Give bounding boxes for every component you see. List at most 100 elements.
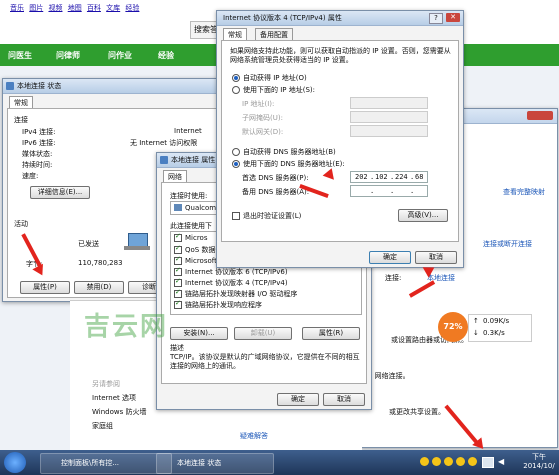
nav-link-jingyan[interactable]: 经验	[125, 3, 139, 13]
gateway-label: 默认网关(D):	[242, 128, 284, 136]
tab-ask-lawyer[interactable]: 问律师	[56, 50, 80, 61]
manual-ip-radio[interactable]: 使用下面的 IP 地址(S):	[232, 85, 315, 95]
auto-dns-radio[interactable]: 自动获得 DNS 服务器地址(B)	[232, 147, 336, 157]
upload-arrow-icon: ↑	[473, 317, 479, 325]
tab-experience[interactable]: 经验	[158, 50, 174, 61]
clock-time: 下午	[532, 453, 546, 461]
tab-ask-homework[interactable]: 问作业	[108, 50, 132, 61]
ipv4-label: IPv4 连接:	[22, 128, 56, 136]
taskbar: 控制面板\所有控... 本地连接 状态 ◀ 下午 2014/10/	[0, 450, 559, 475]
nav-link-baike[interactable]: 百科	[87, 3, 101, 13]
alternate-dns-label: 备用 DNS 服务器(A):	[242, 188, 310, 196]
subnet-mask-field[interactable]	[350, 111, 428, 123]
bytes-label: 字节:	[26, 260, 43, 268]
ip-address-field[interactable]	[350, 97, 428, 109]
tray-icon[interactable]	[456, 457, 465, 466]
details-button[interactable]: 详细信息(E)...	[30, 186, 90, 199]
view-full-map-link[interactable]: 查看完整映射	[503, 187, 545, 197]
volume-icon[interactable]: ◀	[498, 457, 507, 466]
speed-label: 速度:	[22, 172, 39, 180]
computer-icon	[124, 233, 150, 251]
connect-using-label: 连接时使用:	[170, 192, 208, 200]
advanced-button[interactable]: 高级(V)...	[398, 209, 448, 222]
tray-icon[interactable]	[420, 457, 429, 466]
description-text: TCP/IP。该协议是默认的广域网络协议，它提供在不同的相互连接的网络上的通讯。	[170, 353, 360, 370]
nav-link-video[interactable]: 视频	[48, 3, 62, 13]
homegroup-link[interactable]: 家庭组	[92, 421, 113, 431]
manual-dns-radio[interactable]: 使用下面的 DNS 服务器地址(E):	[232, 159, 345, 169]
nav-link-music[interactable]: 音乐	[10, 3, 24, 13]
items-label: 此连接使用下	[170, 222, 212, 230]
speed-readout: ↑ 0.09K/s ↓ 0.3K/s	[468, 314, 532, 342]
troubleshoot-link[interactable]: 疑难解答	[240, 431, 268, 441]
connection-label: 连接:	[385, 274, 402, 282]
description-title: 描述	[170, 344, 184, 352]
bytes-sent-value: 110,780,283	[78, 259, 123, 267]
network-icon	[6, 82, 14, 90]
list-item[interactable]: 链路层拓扑发现映射器 I/O 驱动程序	[174, 288, 297, 299]
start-button[interactable]	[4, 452, 26, 473]
gateway-field[interactable]	[350, 125, 428, 137]
item-properties-button[interactable]: 属性(R)	[302, 327, 360, 340]
duration-label: 持续时间:	[22, 161, 53, 169]
ipv6-value: 无 Internet 访问权限	[130, 139, 198, 147]
watermark: 吉云网	[84, 312, 169, 342]
ip-address-label: IP 地址(I):	[242, 100, 275, 108]
close-icon[interactable]: ✕	[446, 13, 460, 22]
uninstall-button[interactable]: 卸载(U)	[234, 327, 292, 340]
network-icon	[160, 156, 168, 164]
nav-link-map[interactable]: 地图	[68, 3, 82, 13]
nav-link-wenku[interactable]: 文库	[106, 3, 120, 13]
properties-button[interactable]: 属性(P)	[20, 281, 70, 294]
status-window-title: 本地连接 状态	[17, 82, 62, 90]
list-item[interactable]: Internet 协议版本 6 (TCP/IPv6)	[174, 266, 288, 277]
ipv4-cancel-button[interactable]: 取消	[415, 251, 457, 264]
ipv4-value: Internet	[174, 127, 202, 135]
properties-cancel-button[interactable]: 取消	[323, 393, 365, 406]
ipv4-window-title: Internet 协议版本 4 (TCP/IPv4) 属性	[223, 14, 342, 22]
validate-checkbox[interactable]: 退出时验证设置(L)	[232, 211, 301, 221]
help-icon[interactable]: ?	[429, 13, 443, 24]
subnet-mask-label: 子网掩码(U):	[242, 114, 283, 122]
see-also-label: 另请参阅	[92, 380, 120, 388]
ipv4-ok-button[interactable]: 确定	[369, 251, 411, 264]
ipv6-label: IPv6 连接:	[22, 139, 56, 147]
list-item[interactable]: 链路层拓扑发现响应程序	[174, 299, 262, 310]
close-icon[interactable]	[527, 111, 553, 120]
tray-icon[interactable]	[432, 457, 441, 466]
list-item[interactable]: Micros	[174, 232, 208, 242]
preferred-dns-label: 首选 DNS 服务器(P):	[242, 174, 309, 182]
status-titlebar: 本地连接 状态	[3, 79, 243, 94]
tray-icon[interactable]	[444, 457, 453, 466]
clock[interactable]: 下午 2014/10/	[520, 452, 558, 470]
connect-disconnect-link[interactable]: 连接或断开连接	[483, 239, 532, 249]
list-item[interactable]: Internet 协议版本 4 (TCP/IPv4)	[174, 277, 288, 288]
speed-percent-badge[interactable]: 72%	[438, 312, 468, 342]
disable-button[interactable]: 禁用(D)	[74, 281, 124, 294]
ipv4-titlebar: Internet 协议版本 4 (TCP/IPv4) 属性 ? ✕	[217, 11, 463, 26]
upload-speed: 0.09K/s	[483, 317, 510, 325]
tab-ask-doctor[interactable]: 问医生	[8, 50, 32, 61]
taskbar-status-window[interactable]: 本地连接 状态	[156, 453, 274, 474]
preferred-dns-field[interactable]: 202 . 102 . 224 . 68	[350, 171, 428, 183]
nav-link-images[interactable]: 图片	[29, 3, 43, 13]
section-connection: 连接	[14, 116, 28, 124]
properties-ok-button[interactable]: 确定	[277, 393, 319, 406]
media-state-label: 媒体状态:	[22, 150, 53, 158]
clock-date: 2014/10/	[523, 462, 555, 470]
intro-text: 如果网络支持此功能，则可以获取自动指派的 IP 设置。否则，您需要从网络系统管理…	[230, 47, 451, 64]
windows-firewall-link[interactable]: Windows 防火墙	[92, 407, 146, 417]
install-button[interactable]: 安装(N)...	[170, 327, 228, 340]
sent-label: 已发送	[78, 240, 99, 248]
tray-icon[interactable]	[468, 457, 477, 466]
local-connection-link[interactable]: 本地连接	[427, 273, 455, 283]
download-arrow-icon: ↓	[473, 329, 479, 337]
adapter-name: Qualcom	[185, 204, 217, 212]
taskbar-control-panel[interactable]: 控制面板\所有控...	[40, 453, 172, 474]
network-tray-icon[interactable]	[482, 457, 494, 468]
auto-ip-radio[interactable]: 自动获得 IP 地址(O)	[232, 73, 307, 83]
alternate-dns-field[interactable]: . . .	[350, 185, 428, 197]
adapter-icon	[174, 204, 182, 211]
internet-options-link[interactable]: Internet 选项	[92, 393, 136, 403]
tray-icons: ◀	[420, 457, 510, 468]
